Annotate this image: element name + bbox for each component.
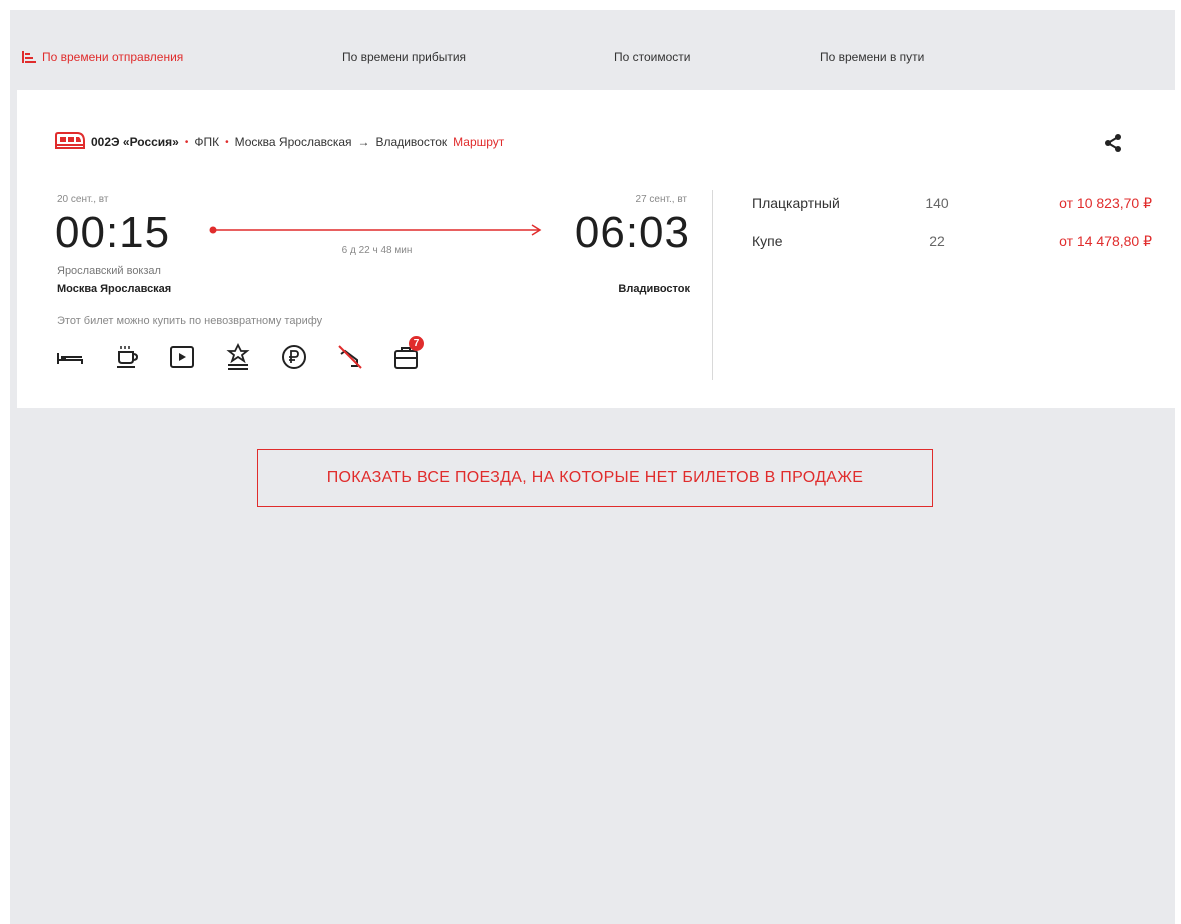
train-icon: [55, 131, 85, 153]
luggage-badge: 7: [409, 336, 424, 351]
arrival-station: Владивосток: [618, 283, 690, 295]
departure-terminal: Ярославский вокзал: [57, 265, 161, 277]
sort-by-departure-label: По времени отправления: [42, 50, 184, 64]
sort-by-arrival[interactable]: По времени прибытия: [342, 50, 466, 64]
bed-icon[interactable]: [55, 342, 85, 372]
food-icon[interactable]: [113, 342, 143, 372]
class-price[interactable]: от 14 478,80 ₽: [1059, 233, 1152, 250]
award-icon[interactable]: [223, 342, 253, 372]
class-name: Купе: [752, 233, 783, 249]
card-divider: [712, 190, 713, 380]
class-seats: 22: [929, 233, 945, 249]
arrival-time: 06:03: [574, 208, 690, 257]
ruble-icon[interactable]: [279, 342, 309, 372]
departure-date: 20 сент., вт: [57, 194, 109, 205]
tariff-note: Этот билет можно купить по невозвратному…: [57, 315, 323, 327]
departure-station: Москва Ярославская: [57, 283, 172, 295]
separator-dot: •: [184, 136, 189, 148]
departure-time: 00:15: [55, 208, 171, 257]
train-number: 002Э «Россия»: [91, 135, 179, 149]
class-price[interactable]: от 10 823,70 ₽: [1059, 195, 1152, 212]
train-card: 002Э «Россия» • ФПК • Москва Ярославская…: [17, 90, 1175, 408]
sort-by-departure[interactable]: По времени отправления: [22, 50, 183, 64]
journey-line: [209, 224, 542, 236]
video-icon[interactable]: [167, 342, 197, 372]
class-seats: 140: [925, 195, 949, 211]
route-arrow: →: [357, 135, 370, 149]
travel-duration: 6 д 22 ч 48 мин: [341, 245, 413, 256]
route-link[interactable]: Маршрут: [453, 135, 504, 149]
route-from: Москва Ярославская: [234, 135, 352, 149]
class-name: Плацкартный: [752, 195, 840, 211]
show-all-trains-button[interactable]: ПОКАЗАТЬ ВСЕ ПОЕЗДА, НА КОТОРЫЕ НЕТ БИЛЕ…: [257, 449, 933, 507]
class-row[interactable]: Плацкартный 140 от 10 823,70 ₽: [752, 195, 1152, 217]
train-header: 002Э «Россия» • ФПК • Москва Ярославская…: [55, 130, 504, 154]
no-pets-icon[interactable]: [335, 342, 365, 372]
route-to: Владивосток: [375, 135, 448, 149]
sort-by-duration[interactable]: По времени в пути: [820, 50, 924, 64]
carrier: ФПК: [194, 135, 220, 149]
arrival-date: 27 сент., вт: [635, 194, 687, 205]
luggage-icon[interactable]: 7: [391, 336, 424, 372]
separator-dot: •: [225, 136, 229, 148]
class-row[interactable]: Купе 22 от 14 478,80 ₽: [752, 233, 1152, 255]
share-icon[interactable]: [1102, 132, 1124, 154]
sort-by-price[interactable]: По стоимости: [614, 50, 691, 64]
sort-icon: [22, 51, 36, 63]
